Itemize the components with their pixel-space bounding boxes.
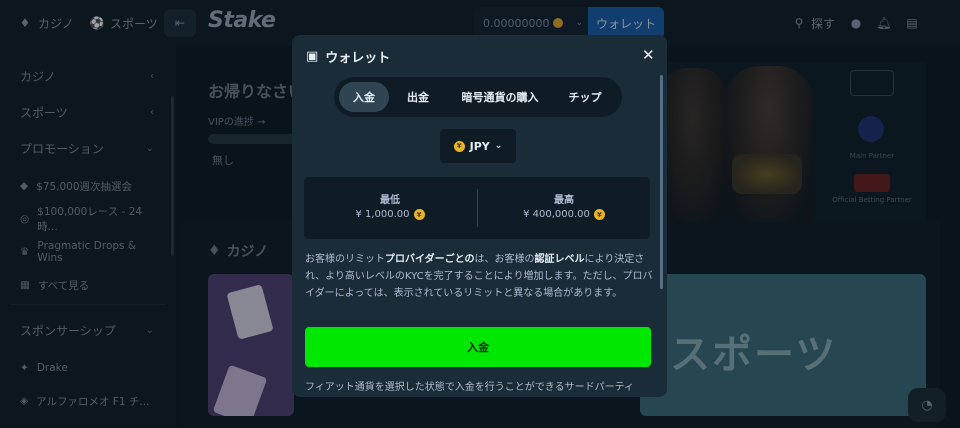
max-label: 最高 (554, 195, 574, 206)
info-text-part: お客様のリミット (305, 254, 385, 265)
max-value: ¥ 400,000.00 (523, 209, 590, 220)
tab-tip[interactable]: チップ (557, 82, 613, 112)
deposit-button[interactable]: 入金 (305, 327, 651, 367)
tab-deposit[interactable]: 入金 (339, 82, 389, 112)
tab-withdraw[interactable]: 出金 (393, 82, 443, 112)
modal-scrollbar[interactable] (660, 75, 663, 289)
wallet-modal: ▣ ウォレット ✕ 入金 出金 暗号通貨の購入 チップ ¥ JPY ⌄ 最低 ¥… (292, 35, 667, 397)
yen-coin-icon: ¥ (413, 209, 425, 220)
wallet-tabs: 入金 出金 暗号通貨の購入 チップ (334, 77, 622, 117)
min-value-row: ¥ 1,000.00 ¥ (304, 209, 476, 220)
fiat-info-text: フィアット通貨を選択した状態で入金を行うことができるサードパーティ (305, 382, 634, 393)
limits-info-text: お客様のリミットプロバイダーごとのは、お客様の認証レベルにより決定され、より高い… (305, 251, 655, 302)
tab-buy-crypto[interactable]: 暗号通貨の購入 (447, 82, 553, 112)
currency-code: JPY (469, 139, 490, 153)
chevron-down-icon: ⌄ (494, 141, 503, 151)
min-value: ¥ 1,000.00 (355, 209, 410, 220)
info-text-bold: プロバイダーごとの (385, 254, 475, 265)
wallet-icon: ▣ (306, 49, 319, 64)
yen-coin-icon: ¥ (453, 140, 465, 152)
min-label: 最低 (380, 195, 400, 206)
info-text-part: は、お客様の (474, 254, 535, 265)
currency-select[interactable]: ¥ JPY ⌄ (440, 129, 516, 163)
info-text-bold: 認証レベル (534, 254, 585, 265)
close-icon[interactable]: ✕ (642, 46, 655, 64)
deposit-limits: 最低 ¥ 1,000.00 ¥ 最高 ¥ 400,000.00 ¥ (304, 177, 650, 239)
min-limit: 最低 ¥ 1,000.00 ¥ (304, 177, 476, 239)
modal-title: ウォレット (325, 51, 391, 66)
max-limit: 最高 ¥ 400,000.00 ¥ (478, 177, 650, 239)
modal-header: ▣ ウォレット (306, 47, 390, 66)
yen-coin-icon: ¥ (593, 209, 605, 220)
max-value-row: ¥ 400,000.00 ¥ (478, 209, 650, 220)
